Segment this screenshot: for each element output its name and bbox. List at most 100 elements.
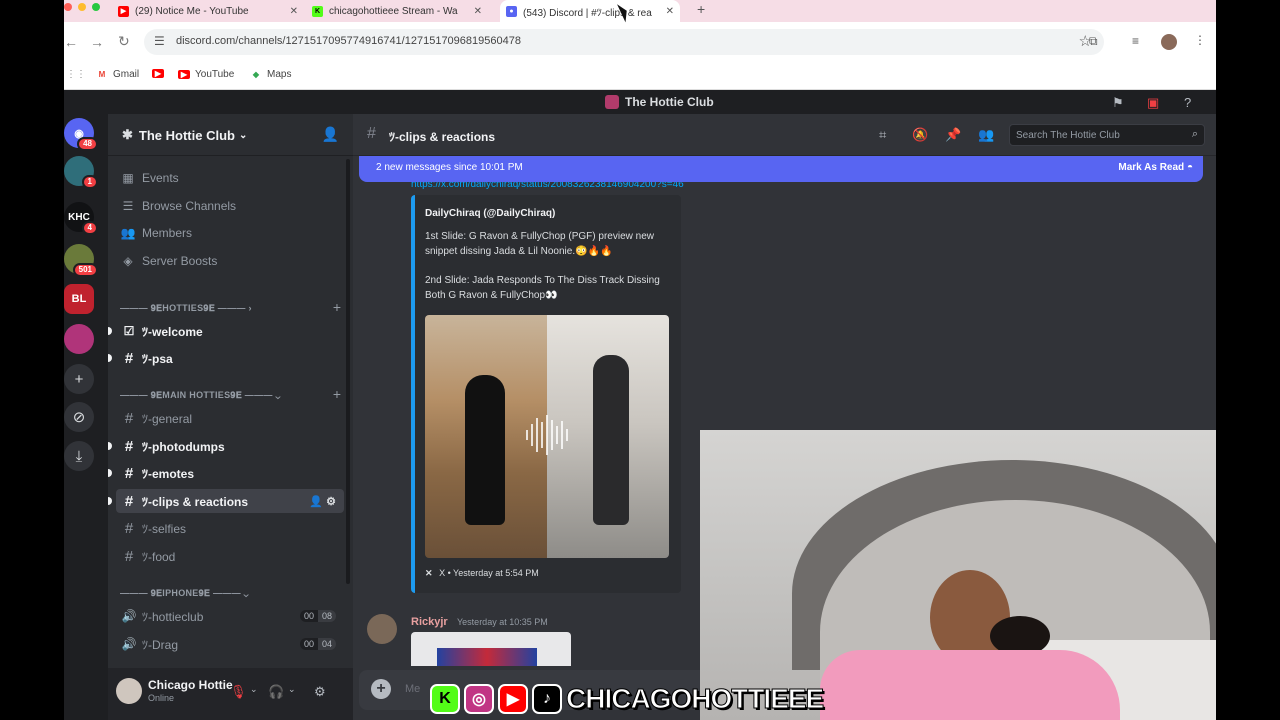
bookmark-youtube-small[interactable]: ▶ [152,69,169,78]
kick-logo-icon: K [430,684,460,714]
user-avatar[interactable] [116,678,142,704]
gmail-icon: M [98,70,106,79]
server-icon-3[interactable]: 501 [64,244,98,277]
create-channel-icon[interactable]: + [333,386,341,402]
apps-icon[interactable]: ⋮⋮ [66,69,86,80]
server-rail: ◉ 48 1 KHC 4 501 BL + ⊘ ⤓ [64,114,108,720]
members-icon: 👥 [120,226,136,240]
hash-icon: # [124,519,134,537]
channel-food[interactable]: # ﾂ-food [116,544,344,568]
user-panel: Chicago Hottie Online 🎙 ⌄ 🎧 ⌄ ⚙ [108,668,353,720]
server-icon-khc[interactable]: KHC 4 [64,202,98,235]
maximize-window-button[interactable] [92,3,100,11]
bookmark-maps[interactable]: ◆ Maps [250,69,292,80]
hash-icon: # [124,547,134,565]
instagram-icon: ◎ [464,684,494,714]
inbox-flag-icon[interactable]: ⚑ [1112,95,1124,111]
bookmark-youtube[interactable]: ▶ YouTube [178,69,234,80]
close-tab-icon[interactable]: ✕ [666,6,674,17]
sidebar-item-events[interactable]: ▦ Events [120,167,178,189]
youtube-logo-icon: ▶ [498,684,528,714]
reload-icon[interactable]: ↻ [118,33,130,50]
youtube-icon: ▶ [118,5,129,17]
bookmark-gmail[interactable]: M Gmail [96,69,139,80]
chevron-down-icon[interactable]: ⌄ [288,684,296,695]
back-icon[interactable]: ← [64,34,78,50]
new-messages-bar[interactable]: 2 new messages since 10:01 PM Mark As Re… [359,156,1203,182]
server-icon [605,95,619,109]
attach-plus-icon[interactable]: + [371,679,391,699]
invite-icon[interactable]: 👤 [309,496,323,508]
mute-microphone-icon[interactable]: 🎙 [230,684,247,700]
screen-cast-icon[interactable]: ⧉ [1089,34,1098,49]
screen-share-icon[interactable]: ▣ [1147,95,1159,111]
search-input[interactable]: Search The Hottie Club ⌕ [1009,124,1205,146]
channel-psa[interactable]: # ﾂ-psa [108,346,344,370]
voice-channel-hottieclub[interactable]: 🔊 ﾂ-hottieclub 00 08 [116,604,344,628]
mark-as-read-button[interactable]: Mark As Read ◓ [1118,162,1193,173]
channel-selfies[interactable]: # ﾂ-selfies [116,516,344,540]
member-list-icon[interactable]: 👥 [978,127,994,143]
speaker-icon: 🔊 [121,637,137,651]
new-tab-button[interactable]: + [697,1,705,17]
server-badge-icon: ✱ [122,127,133,142]
embed-image[interactable] [425,315,669,558]
channel-header: # ﾂ-clips & reactions ⌗ 🔕 📌 👥 Search The… [353,114,1216,156]
sidebar-item-browse-channels[interactable]: ☰ Browse Channels [120,195,236,217]
create-channel-icon[interactable]: + [333,299,341,315]
browser-tab-youtube[interactable]: ▶ (29) Notice Me - YouTube ✕ [118,0,298,22]
browser-tab-kick[interactable]: K chicagohottieee Stream - Wa ✕ [312,0,482,22]
browse-channels-icon: ☰ [122,199,134,213]
message-avatar[interactable] [367,614,397,644]
browser-tab-discord[interactable]: ● (543) Discord | #ﾂ-clips & rea ✕ [500,0,680,22]
download-icon[interactable]: ⤓ [64,441,94,471]
message-image[interactable] [411,632,571,666]
help-icon[interactable]: ? [1184,95,1191,110]
discord-icon: ● [506,5,517,17]
media-control-icon[interactable]: ≡ [1132,34,1139,48]
sidebar-scrollbar[interactable] [346,159,350,584]
category-hotties[interactable]: ——— 𝟗𝐄HOTTIES𝟗𝐄 ——— › [120,303,252,314]
youtube-icon: ▶ [152,69,164,78]
close-window-button[interactable] [64,3,72,11]
voice-user-count: 00 04 [299,638,336,650]
category-main-hotties[interactable]: ——— 𝟗𝐄MAIN HOTTIES𝟗𝐄 ——— ⌄ [120,390,281,401]
browser-menu-icon[interactable]: ⋮ [1194,33,1206,47]
forward-icon[interactable]: → [90,34,104,50]
site-info-icon[interactable]: ☰ [154,34,165,48]
hash-icon: # [367,125,376,142]
gear-icon[interactable]: ⚙ [326,496,336,508]
invite-people-icon[interactable]: 👤 [322,126,339,143]
profile-avatar[interactable] [1161,34,1177,50]
threads-icon[interactable]: ⌗ [879,127,886,143]
headphones-icon[interactable]: 🎧 [268,684,284,700]
close-tab-icon[interactable]: ✕ [474,6,482,17]
pin-icon[interactable]: 📌 [945,127,961,143]
discover-icon[interactable]: ⊘ [64,402,94,432]
voice-channel-drag[interactable]: 🔊 ﾂ-Drag 00 04 [116,632,344,656]
stream-banner: K ◎ ▶ ♪ CHICAGOHOTTIEEE [430,680,825,718]
minimize-window-button[interactable] [78,3,86,11]
server-header[interactable]: ✱ The Hottie Club ⌄ 👤 [108,114,353,156]
server-icon-bl[interactable]: BL [64,284,94,314]
notification-muted-icon[interactable]: 🔕 [912,127,928,143]
chevron-down-icon[interactable]: ⌄ [250,684,258,695]
server-icon-5[interactable] [64,324,94,354]
channel-sidebar: ✱ The Hottie Club ⌄ 👤 ▦ Events ☰ Browse … [108,114,353,720]
direct-messages-button[interactable]: ◉ 48 [64,118,98,151]
channel-photodumps[interactable]: # ﾂ-photodumps [108,434,344,458]
hash-icon: # [124,409,134,427]
category-iphone[interactable]: ——— 𝟗𝐄IPHONE𝟗𝐄 ——— ⌄ [120,588,249,599]
sidebar-item-members[interactable]: 👥 Members [120,222,193,244]
close-tab-icon[interactable]: ✕ [290,6,298,17]
add-server-button[interactable]: + [64,364,94,394]
channel-general[interactable]: # ﾂ-general [116,406,344,430]
server-icon-1[interactable]: 1 [64,156,98,189]
browser-tabbar: ▶ (29) Notice Me - YouTube ✕ K chicagoho… [64,0,1216,22]
address-bar[interactable]: ☰ discord.com/channels/12715170957749167… [144,29,1104,55]
channel-welcome[interactable]: ☑ ﾂ-welcome [108,319,344,343]
channel-clips-reactions[interactable]: # ﾂ-clips & reactions 👤 ⚙ [108,489,344,513]
user-settings-gear-icon[interactable]: ⚙ [314,684,326,700]
channel-emotes[interactable]: # ﾂ-emotes [108,461,344,485]
sidebar-item-server-boosts[interactable]: ◈ Server Boosts [120,250,217,272]
